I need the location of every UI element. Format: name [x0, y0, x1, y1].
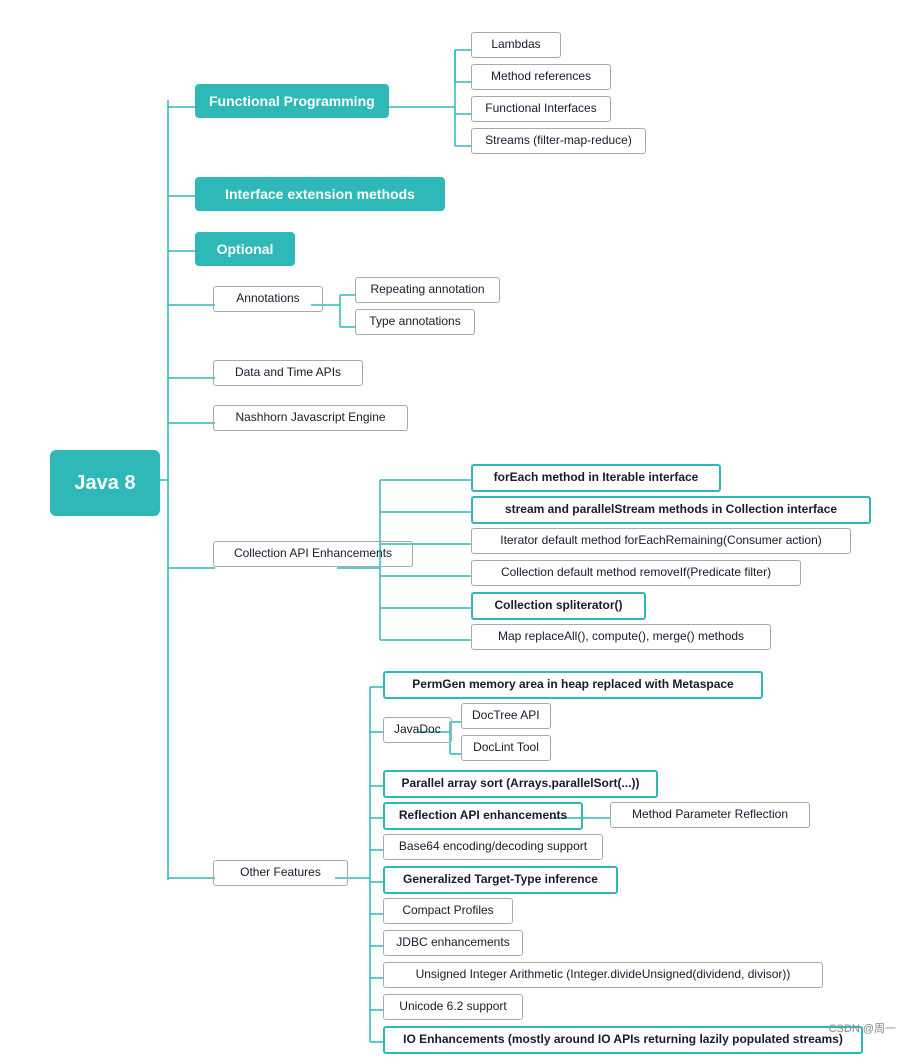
- leaf-io-enhancements: IO Enhancements (mostly around IO APIs r…: [383, 1026, 863, 1054]
- leaf-functional-interfaces: Functional Interfaces: [471, 96, 611, 122]
- leaf-foreach: forEach method in Iterable interface: [471, 464, 721, 492]
- leaf-foreach-label: forEach method in Iterable interface: [494, 470, 699, 486]
- leaf-permgen-label: PermGen memory area in heap replaced wit…: [412, 677, 733, 693]
- leaf-method-param-reflection-label: Method Parameter Reflection: [632, 807, 788, 823]
- leaf-io-enhancements-label: IO Enhancements (mostly around IO APIs r…: [403, 1032, 843, 1048]
- branch-other-label: Other Features: [240, 865, 321, 881]
- branch-functional-label: Functional Programming: [209, 92, 375, 110]
- leaf-target-type-label: Generalized Target-Type inference: [403, 872, 598, 888]
- leaf-method-param-reflection: Method Parameter Reflection: [610, 802, 810, 828]
- leaf-stream-parallel: stream and parallelStream methods in Col…: [471, 496, 871, 524]
- leaf-jdbc: JDBC enhancements: [383, 930, 523, 956]
- branch-datetime-label: Data and Time APIs: [235, 365, 341, 381]
- root-node: Java 8: [50, 450, 160, 516]
- leaf-parallel-sort: Parallel array sort (Arrays.parallelSort…: [383, 770, 658, 798]
- leaf-streams-label: Streams (filter-map-reduce): [485, 133, 632, 149]
- branch-optional: Optional: [195, 232, 295, 266]
- leaf-reflection-api-label: Reflection API enhancements: [399, 808, 567, 824]
- branch-other: Other Features: [213, 860, 348, 886]
- leaf-doclint: DocLint Tool: [461, 735, 551, 761]
- leaf-compact-profiles-label: Compact Profiles: [402, 903, 493, 919]
- leaf-unsigned-int: Unsigned Integer Arithmetic (Integer.div…: [383, 962, 823, 988]
- leaf-stream-parallel-label: stream and parallelStream methods in Col…: [505, 502, 837, 518]
- leaf-unicode: Unicode 6.2 support: [383, 994, 523, 1020]
- leaf-streams: Streams (filter-map-reduce): [471, 128, 646, 154]
- leaf-collection-default-label: Collection default method removeIf(Predi…: [501, 565, 771, 581]
- leaf-doctree-label: DocTree API: [472, 708, 540, 724]
- leaf-method-references: Method references: [471, 64, 611, 90]
- leaf-doctree: DocTree API: [461, 703, 551, 729]
- leaf-javadoc: JavaDoc: [383, 717, 452, 743]
- leaf-map-replace-label: Map replaceAll(), compute(), merge() met…: [498, 629, 744, 645]
- leaf-reflection-api: Reflection API enhancements: [383, 802, 583, 830]
- leaf-parallel-sort-label: Parallel array sort (Arrays.parallelSort…: [401, 776, 639, 792]
- leaf-jdbc-label: JDBC enhancements: [396, 935, 509, 951]
- leaf-type-annotations-label: Type annotations: [369, 314, 460, 330]
- leaf-type-annotations: Type annotations: [355, 309, 475, 335]
- leaf-javadoc-label: JavaDoc: [394, 722, 441, 738]
- mind-map: Java 8 Functional Programming Lambdas Me…: [20, 20, 900, 1040]
- leaf-iterator-default: Iterator default method forEachRemaining…: [471, 528, 851, 554]
- leaf-map-replace: Map replaceAll(), compute(), merge() met…: [471, 624, 771, 650]
- leaf-spliterator: Collection spliterator(): [471, 592, 646, 620]
- branch-datetime: Data and Time APIs: [213, 360, 363, 386]
- leaf-unicode-label: Unicode 6.2 support: [399, 999, 506, 1015]
- leaf-collection-default: Collection default method removeIf(Predi…: [471, 560, 801, 586]
- branch-annotations-label: Annotations: [236, 291, 299, 307]
- branch-interface-ext-label: Interface extension methods: [225, 185, 415, 203]
- branch-interface-ext: Interface extension methods: [195, 177, 445, 211]
- branch-collection: Collection API Enhancements: [213, 541, 413, 567]
- branch-functional: Functional Programming: [195, 84, 389, 118]
- leaf-base64: Base64 encoding/decoding support: [383, 834, 603, 860]
- leaf-functional-interfaces-label: Functional Interfaces: [485, 101, 596, 117]
- root-label: Java 8: [74, 470, 135, 496]
- leaf-repeating-annotation: Repeating annotation: [355, 277, 500, 303]
- leaf-repeating-annotation-label: Repeating annotation: [370, 282, 484, 298]
- leaf-lambdas-label: Lambdas: [491, 37, 540, 53]
- branch-annotations: Annotations: [213, 286, 323, 312]
- branch-nashhorn: Nashhorn Javascript Engine: [213, 405, 408, 431]
- leaf-doclint-label: DocLint Tool: [473, 740, 539, 756]
- branch-collection-label: Collection API Enhancements: [234, 546, 392, 562]
- leaf-iterator-default-label: Iterator default method forEachRemaining…: [500, 533, 822, 549]
- watermark: CSDN @周一: [825, 1016, 900, 1040]
- leaf-unsigned-int-label: Unsigned Integer Arithmetic (Integer.div…: [416, 967, 791, 983]
- leaf-method-references-label: Method references: [491, 69, 591, 85]
- branch-nashhorn-label: Nashhorn Javascript Engine: [235, 410, 385, 426]
- leaf-lambdas: Lambdas: [471, 32, 561, 58]
- leaf-target-type: Generalized Target-Type inference: [383, 866, 618, 894]
- leaf-permgen: PermGen memory area in heap replaced wit…: [383, 671, 763, 699]
- leaf-compact-profiles: Compact Profiles: [383, 898, 513, 924]
- leaf-base64-label: Base64 encoding/decoding support: [399, 839, 587, 855]
- leaf-spliterator-label: Collection spliterator(): [494, 598, 622, 614]
- branch-optional-label: Optional: [217, 240, 274, 258]
